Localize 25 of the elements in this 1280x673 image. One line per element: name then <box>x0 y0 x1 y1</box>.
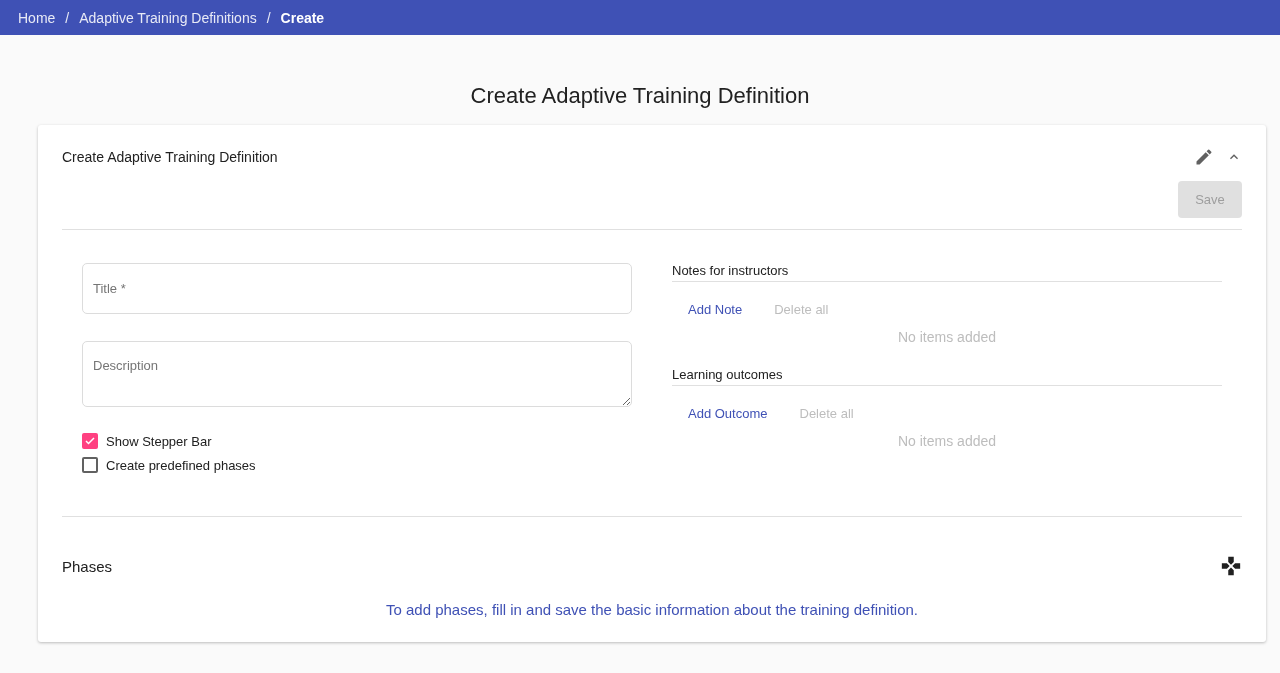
title-field[interactable]: Title * <box>82 263 632 314</box>
breadcrumb-separator: / <box>266 9 271 26</box>
add-button[interactable]: Add Note <box>688 302 743 317</box>
info-message: To add phases, fill in and save the basic information about the training definition. <box>385 601 919 618</box>
gamepad-icon <box>1220 555 1242 577</box>
description-field[interactable]: Description <box>82 341 632 407</box>
pencil-icon <box>1194 147 1214 167</box>
breadcrumb-link[interactable]: Home <box>18 9 56 26</box>
checkbox-label: Create predefined phases <box>106 457 256 473</box>
checkbox[interactable] <box>82 433 98 449</box>
breadcrumb-separator: / <box>65 9 70 26</box>
section-title: Notes for instructors <box>672 263 1222 282</box>
section-title: Phases <box>62 557 113 575</box>
checkbox-label: Show Stepper Bar <box>106 433 212 449</box>
card-title: Create Adaptive Training Definition <box>62 149 278 165</box>
breadcrumb-link[interactable]: Create <box>280 9 325 26</box>
empty-message: No items added <box>896 329 998 345</box>
empty-message: No items added <box>896 433 998 449</box>
page-title: Create Adaptive Training Definition <box>469 83 811 109</box>
edit-button[interactable] <box>1194 147 1214 167</box>
add-button[interactable]: Add Outcome <box>688 406 768 421</box>
checkbox[interactable] <box>82 457 98 473</box>
checkmark-icon <box>84 435 96 447</box>
breadcrumb-link[interactable]: Adaptive Training Definitions <box>79 9 257 26</box>
section-title: Learning outcomes <box>672 367 1222 386</box>
